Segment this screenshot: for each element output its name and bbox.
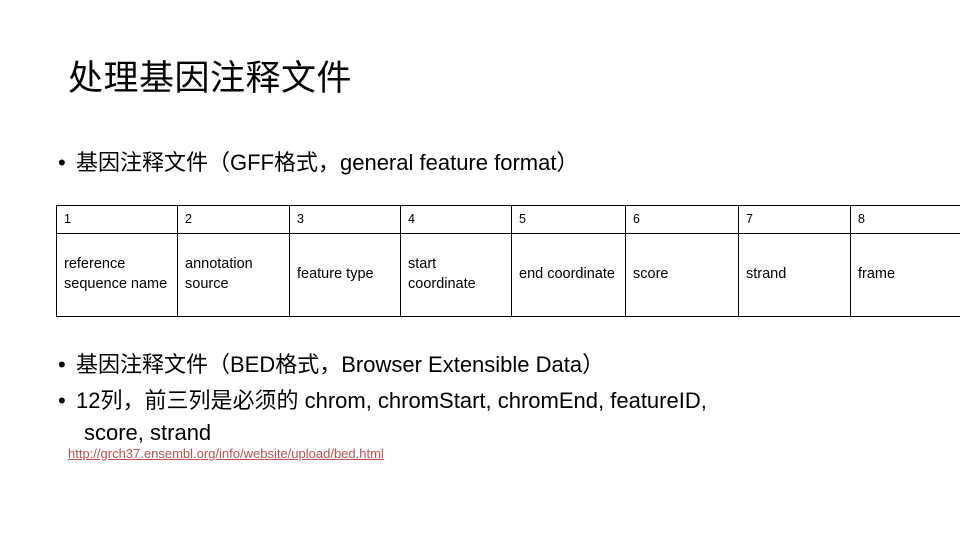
bullet-marker-3: • [58,386,76,416]
table-cell: feature type [290,233,401,316]
table-cell: end coordinate [512,233,626,316]
bullet-bed-format: •基因注释文件（BED格式，Browser Extensible Data） [58,350,604,380]
page-title: 处理基因注释文件 [68,58,352,100]
bullet-bed-columns: •12列，前三列是必须的 chrom, chromStart, chromEnd… [58,386,707,416]
bullet-marker-2: • [58,350,76,380]
table-cell: reference sequence name [57,233,178,316]
slide: 处理基因注释文件 •基因注释文件（GFF格式，general feature f… [0,0,960,540]
table-header-cell: 5 [512,206,626,234]
table-header-cell: 6 [626,206,739,234]
bed-format-link[interactable]: http://grch37.ensembl.org/info/website/u… [68,446,384,461]
table-header-cell: 2 [178,206,290,234]
bullet-columns-continuation: score, strand [84,420,211,446]
table-row: reference sequence name annotation sourc… [57,233,960,316]
bullet-columns-text: 12列，前三列是必须的 chrom, chromStart, chromEnd,… [76,388,707,413]
bullet-marker-1: • [58,148,76,178]
table-header-cell: 1 [57,206,178,234]
table-header-cell: 4 [401,206,512,234]
table-header-cell: 8 [851,206,960,234]
gff-columns-table: 1 2 3 4 5 6 7 8 9 reference sequence nam… [56,205,960,317]
table-cell: frame [851,233,960,316]
table-header-cell: 3 [290,206,401,234]
table-cell: score [626,233,739,316]
bullet-gff-text: 基因注释文件（GFF格式，general feature format） [76,150,578,175]
table-header-row: 1 2 3 4 5 6 7 8 9 [57,206,960,234]
table-cell: start coordinate [401,233,512,316]
table-header-cell: 7 [739,206,851,234]
bullet-bed-text: 基因注释文件（BED格式，Browser Extensible Data） [76,352,604,377]
bullet-gff-format: •基因注释文件（GFF格式，general feature format） [58,148,578,178]
table-cell: strand [739,233,851,316]
table-cell: annotation source [178,233,290,316]
